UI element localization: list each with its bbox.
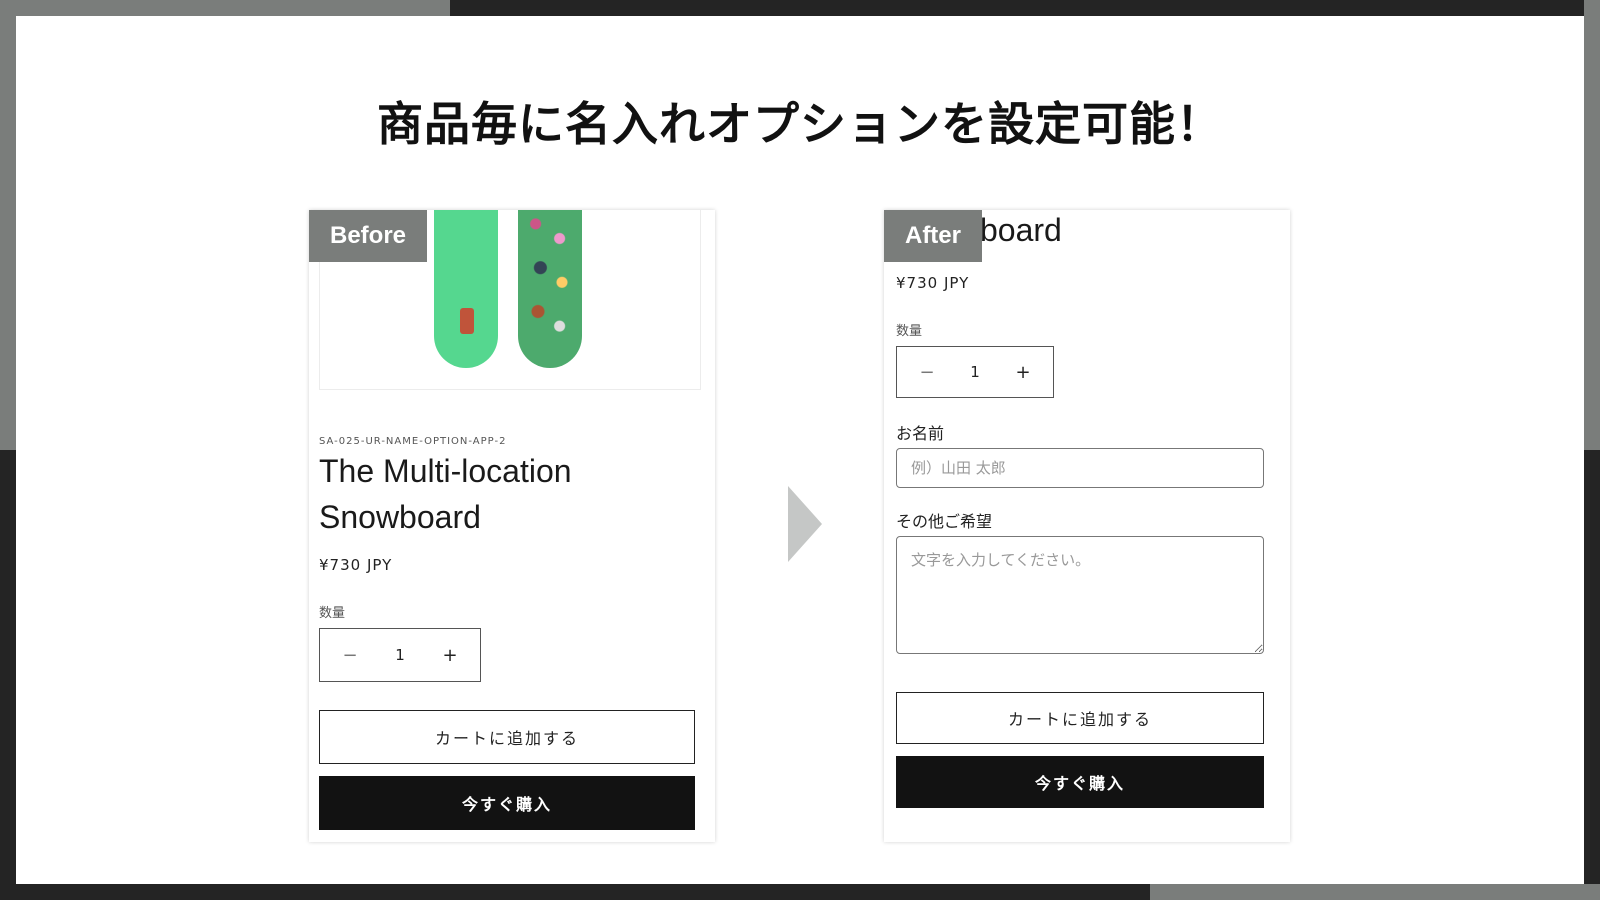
quantity-label: 数量	[896, 324, 923, 339]
frame-accent-top-left	[0, 0, 450, 16]
product-price: ¥730 JPY	[319, 556, 393, 574]
product-title: The Multi-location Snowboard	[319, 448, 699, 540]
buy-now-button[interactable]: 今すぐ購入	[319, 776, 695, 830]
add-to-cart-button[interactable]: カートに追加する	[319, 710, 695, 764]
quantity-increase-button[interactable]: +	[1013, 362, 1033, 383]
other-requests-label: その他ご希望	[896, 512, 993, 531]
other-requests-textarea[interactable]	[896, 536, 1264, 654]
snowboard-pattern-image	[518, 210, 582, 368]
after-product-card: After board ¥730 JPY 数量 − 1 + お名前 その他ご希望…	[884, 210, 1290, 842]
product-title-fragment: board	[980, 212, 1062, 248]
page-title: 商品毎に名入れオプションを設定可能！	[377, 97, 1223, 151]
quantity-stepper: − 1 +	[319, 628, 481, 682]
snowboard-green-image	[434, 210, 498, 368]
quantity-stepper: − 1 +	[896, 346, 1054, 398]
name-field-label: お名前	[896, 424, 945, 443]
before-product-card: Before SA-025-UR-NAME-OPTION-APP-2 The M…	[309, 210, 715, 842]
product-title-line-2: Snowboard	[319, 499, 481, 535]
before-tag: Before	[309, 210, 427, 262]
quantity-label: 数量	[319, 606, 346, 621]
quantity-value[interactable]: 1	[970, 363, 980, 381]
after-tag: After	[884, 210, 982, 262]
quantity-decrease-button[interactable]: −	[917, 362, 937, 383]
buy-now-button[interactable]: 今すぐ購入	[896, 756, 1264, 808]
pixel-character-image	[460, 308, 474, 334]
quantity-decrease-button[interactable]: −	[340, 645, 360, 666]
product-sku: SA-025-UR-NAME-OPTION-APP-2	[319, 436, 507, 447]
product-price: ¥730 JPY	[896, 274, 970, 292]
add-to-cart-button[interactable]: カートに追加する	[896, 692, 1264, 744]
quantity-value[interactable]: 1	[395, 646, 405, 664]
name-input[interactable]	[896, 448, 1264, 488]
frame-accent-right	[1584, 0, 1600, 450]
quantity-increase-button[interactable]: +	[440, 645, 460, 666]
product-title-line-1: The Multi-location	[319, 453, 572, 489]
frame-accent-left	[0, 0, 16, 450]
frame-accent-bottom-right	[1150, 884, 1600, 900]
slide-canvas: 商品毎に名入れオプションを設定可能！ Before SA-025-UR-NAME…	[16, 16, 1584, 884]
chevron-right-icon	[788, 486, 822, 562]
